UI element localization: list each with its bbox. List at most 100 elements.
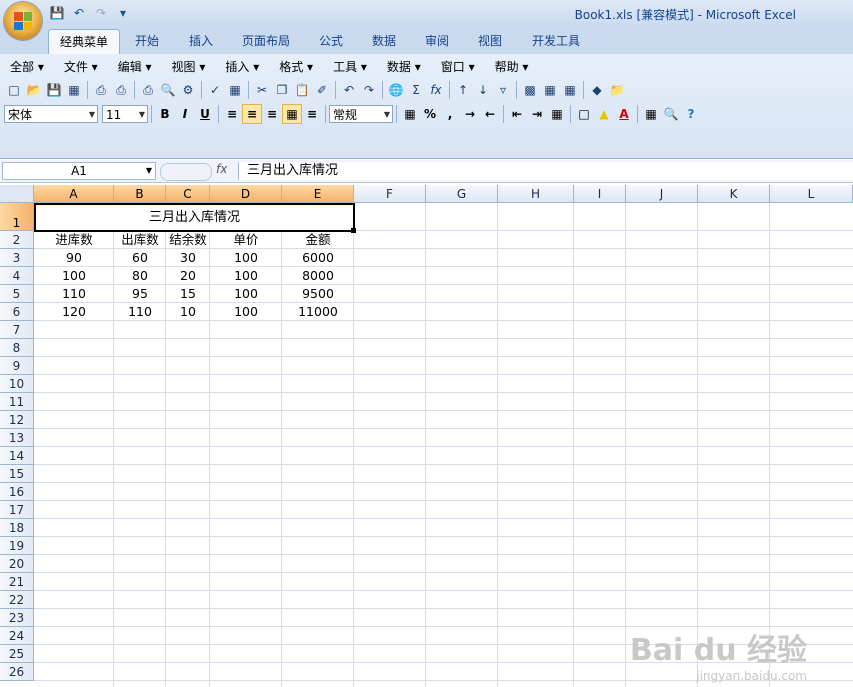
- currency-icon[interactable]: ▦: [400, 104, 420, 124]
- open-icon[interactable]: 📂: [24, 80, 44, 100]
- table-cell[interactable]: 9500: [282, 285, 354, 303]
- table-cell[interactable]: 110: [34, 285, 114, 303]
- column-header-h[interactable]: H: [498, 185, 574, 203]
- table-cell[interactable]: 30: [166, 249, 210, 267]
- table-cell[interactable]: 11000: [282, 303, 354, 321]
- tab-home[interactable]: 开始: [124, 29, 170, 53]
- row-header[interactable]: 1: [0, 203, 34, 231]
- row-header[interactable]: 3: [0, 249, 34, 267]
- menu-tools[interactable]: 工具 ▾: [323, 56, 377, 78]
- row-header[interactable]: 25: [0, 645, 34, 663]
- hyperlink-icon[interactable]: 🌐: [386, 80, 406, 100]
- row-header[interactable]: 10: [0, 375, 34, 393]
- row-header[interactable]: 18: [0, 519, 34, 537]
- row-header[interactable]: 9: [0, 357, 34, 375]
- row-header[interactable]: 8: [0, 339, 34, 357]
- tab-developer[interactable]: 开发工具: [522, 29, 590, 53]
- row-header[interactable]: 13: [0, 429, 34, 447]
- column-header-f[interactable]: F: [354, 185, 426, 203]
- align-center-icon[interactable]: ≡: [242, 104, 262, 124]
- merge-center-icon[interactable]: ▦: [282, 104, 302, 124]
- permission-icon[interactable]: ▦: [64, 80, 84, 100]
- column-header-c[interactable]: C: [166, 185, 210, 203]
- column-header-k[interactable]: K: [698, 185, 770, 203]
- header-cell[interactable]: 单价: [210, 231, 282, 249]
- italic-button[interactable]: I: [175, 104, 195, 124]
- table-cell[interactable]: 20: [166, 267, 210, 285]
- menu-window[interactable]: 窗口 ▾: [431, 56, 485, 78]
- font-name-combo[interactable]: 宋体 ▼: [4, 105, 98, 123]
- decrease-indent-icon[interactable]: ⇤: [507, 104, 527, 124]
- new-icon[interactable]: □: [4, 80, 24, 100]
- pivot-icon[interactable]: ▦: [540, 80, 560, 100]
- menu-view[interactable]: 视图 ▾: [162, 56, 216, 78]
- row-header[interactable]: 15: [0, 465, 34, 483]
- row-header[interactable]: 4: [0, 267, 34, 285]
- column-header-g[interactable]: G: [426, 185, 498, 203]
- table-cell[interactable]: 100: [210, 267, 282, 285]
- borders-icon[interactable]: □: [574, 104, 594, 124]
- underline-button[interactable]: U: [195, 104, 215, 124]
- research-book-icon[interactable]: ▦: [225, 80, 245, 100]
- formula-bar-expander[interactable]: [160, 163, 212, 181]
- decrease-decimal-icon[interactable]: ←: [480, 104, 500, 124]
- print-preview-icon[interactable]: ⎙: [91, 80, 111, 100]
- format-painter-icon[interactable]: ✐: [312, 80, 332, 100]
- column-header-d[interactable]: D: [210, 185, 282, 203]
- table-cell[interactable]: 6000: [282, 249, 354, 267]
- header-cell[interactable]: 金额: [282, 231, 354, 249]
- tab-insert[interactable]: 插入: [178, 29, 224, 53]
- number-format-combo[interactable]: 常规 ▼: [329, 105, 393, 123]
- insert-function-icon[interactable]: fx: [426, 80, 446, 100]
- diamond-icon[interactable]: ◆: [587, 80, 607, 100]
- font-color-icon[interactable]: A: [614, 104, 634, 124]
- menu-format[interactable]: 格式 ▾: [269, 56, 323, 78]
- sort-descending-icon[interactable]: ↓: [473, 80, 493, 100]
- column-header-e[interactable]: E: [282, 185, 354, 203]
- row-header[interactable]: 14: [0, 447, 34, 465]
- row-header[interactable]: 7: [0, 321, 34, 339]
- spelling-icon[interactable]: ✓: [205, 80, 225, 100]
- print-icon[interactable]: ⎙: [111, 80, 131, 100]
- row-header[interactable]: 16: [0, 483, 34, 501]
- menu-help[interactable]: 帮助 ▾: [485, 56, 539, 78]
- header-cell[interactable]: 出库数: [114, 231, 166, 249]
- table-cell[interactable]: 120: [34, 303, 114, 321]
- search-icon[interactable]: 🔍: [158, 80, 178, 100]
- column-header-i[interactable]: I: [574, 185, 626, 203]
- percent-button[interactable]: %: [420, 104, 440, 124]
- filter-icon[interactable]: ▿: [493, 80, 513, 100]
- table-cell[interactable]: 100: [210, 285, 282, 303]
- merged-title-cell[interactable]: 三月出入库情况: [34, 203, 355, 232]
- row-header[interactable]: 11: [0, 393, 34, 411]
- insert-function-label[interactable]: fx: [216, 162, 232, 180]
- redo-icon[interactable]: ↷: [359, 80, 379, 100]
- font-size-combo[interactable]: 11 ▼: [102, 105, 148, 123]
- comma-button[interactable]: ,: [440, 104, 460, 124]
- fill-color-icon[interactable]: ▲: [594, 104, 614, 124]
- row-header[interactable]: 12: [0, 411, 34, 429]
- save-icon[interactable]: 💾: [44, 80, 64, 100]
- worksheet-grid[interactable]: A B C D E F G H I J K L 1 2 3 4 5 6 7 8 …: [0, 185, 853, 687]
- align-left-icon[interactable]: ≡: [222, 104, 242, 124]
- tab-review[interactable]: 审阅: [414, 29, 460, 53]
- row-header[interactable]: 6: [0, 303, 34, 321]
- row-header[interactable]: 5: [0, 285, 34, 303]
- row-header[interactable]: 19: [0, 537, 34, 555]
- row-header[interactable]: 21: [0, 573, 34, 591]
- menu-insert[interactable]: 插入 ▾: [215, 56, 269, 78]
- table-cell[interactable]: 60: [114, 249, 166, 267]
- copy-icon[interactable]: ❐: [272, 80, 292, 100]
- table-cell[interactable]: 80: [114, 267, 166, 285]
- table-cell[interactable]: 10: [166, 303, 210, 321]
- name-box[interactable]: A1 ▼: [2, 162, 156, 180]
- table-cell[interactable]: 100: [210, 249, 282, 267]
- tab-data[interactable]: 数据: [361, 29, 407, 53]
- column-header-j[interactable]: J: [626, 185, 698, 203]
- row-header[interactable]: 23: [0, 609, 34, 627]
- menu-all[interactable]: 全部 ▾: [0, 56, 54, 78]
- table-cell[interactable]: 8000: [282, 267, 354, 285]
- table-icon[interactable]: ▦: [560, 80, 580, 100]
- tab-classic-menu[interactable]: 经典菜单: [48, 29, 120, 54]
- table-cell[interactable]: 15: [166, 285, 210, 303]
